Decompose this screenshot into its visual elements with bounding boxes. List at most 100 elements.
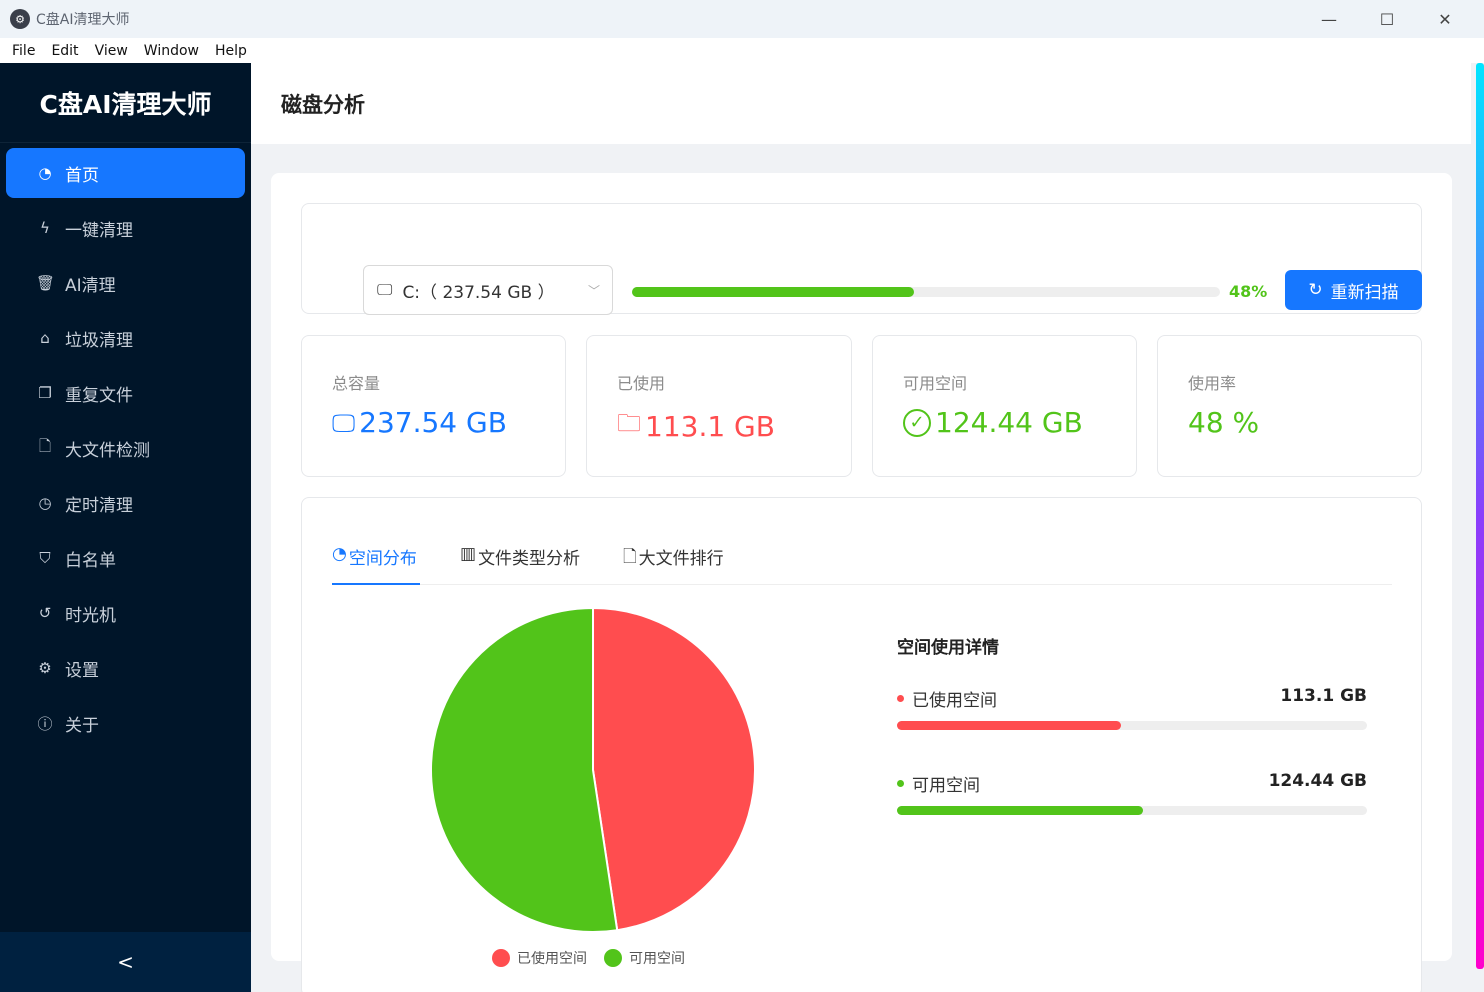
file-icon: 🗋 <box>38 436 52 455</box>
stat-value-text: 48 % <box>1188 406 1260 439</box>
detail-label-text: 已使用空间 <box>912 691 997 711</box>
disk-select[interactable]: 🖵 C:（ 237.54 GB ） ﹀ <box>363 265 613 315</box>
stat-value: 🖵 237.54 GB <box>332 406 507 439</box>
sidebar-item-label: 白名单 <box>65 550 116 571</box>
rescan-button[interactable]: ↻ 重新扫描 <box>1285 270 1422 310</box>
sidebar-item-label: 一键清理 <box>65 220 133 241</box>
sidebar-item-label: 关于 <box>65 715 99 736</box>
legend-dot <box>492 949 510 967</box>
disk-usage-progress <box>632 287 1220 297</box>
sidebar-item-5[interactable]: 🗋 大文件检测 <box>6 423 245 473</box>
detail-value: 124.44 GB <box>1268 771 1367 791</box>
sidebar-item-10[interactable]: ⓘ 关于 <box>6 698 245 748</box>
stat-card-used: 已使用 🗀 113.1 GB <box>586 335 852 477</box>
desktop-icon: 🖵 <box>332 408 356 437</box>
sidebar-item-label: 设置 <box>65 660 99 681</box>
file-search-icon: ❐ <box>38 384 52 402</box>
sidebar-item-label: 首页 <box>65 165 99 186</box>
stat-value: 48 % <box>1188 406 1259 439</box>
detail-progress-fill <box>897 721 1121 730</box>
menu-file[interactable]: File <box>4 43 43 59</box>
minimize-button[interactable]: — <box>1300 0 1358 38</box>
stat-card-usage-rate: 使用率 48 % <box>1157 335 1422 477</box>
collapse-sidebar-button[interactable]: < <box>0 932 251 992</box>
stat-label: 总容量 <box>332 374 381 393</box>
sidebar-item-0[interactable]: ◔ 首页 <box>6 148 245 198</box>
detail-progress <box>897 721 1367 730</box>
analysis-panel: ◔ 空间分布 ▥ 文件类型分析 🗋 大文件排行 已使用空间 可用空间 空间使用详… <box>301 497 1422 992</box>
app-logo-icon: ⚙ <box>10 9 30 29</box>
disk-selector-panel: 🖵 C:（ 237.54 GB ） ﹀ 48% ↻ 重新扫描 <box>301 203 1422 315</box>
stat-value-text: 124.44 GB <box>935 406 1083 439</box>
window-title: C盘AI清理大师 <box>36 12 130 28</box>
brand-title: C盘AI清理大师 <box>0 63 251 143</box>
legend-item-free[interactable]: 可用空间 <box>604 948 685 968</box>
sidebar-item-2[interactable]: 🗑 AI清理 <box>6 258 245 308</box>
menu-help[interactable]: Help <box>207 43 255 59</box>
pie-slice-0[interactable] <box>592 606 756 932</box>
stat-label: 可用空间 <box>903 374 968 393</box>
tab-label: 空间分布 <box>348 549 417 569</box>
safety-icon: ⛉ <box>39 549 51 567</box>
sidebar-item-9[interactable]: ⚙ 设置 <box>6 643 245 693</box>
menu-bar: File Edit View Window Help <box>0 38 1484 63</box>
space-pie-chart <box>430 606 756 933</box>
disk-usage-percent: 48% <box>1229 282 1268 301</box>
pie-chart-icon: ◔ <box>332 544 347 564</box>
maximize-button[interactable]: ☐ <box>1358 0 1416 38</box>
sidebar-item-label: 垃圾清理 <box>65 330 133 351</box>
close-button[interactable]: ✕ <box>1416 0 1474 38</box>
sidebar-item-label: AI清理 <box>65 275 116 296</box>
tab-space-distribution[interactable]: ◔ 空间分布 <box>332 544 420 585</box>
menu-window[interactable]: Window <box>136 43 207 59</box>
bar-chart-icon: ▥ <box>460 544 477 564</box>
tab-label: 文件类型分析 <box>478 549 581 569</box>
sidebar-item-8[interactable]: ↺ 时光机 <box>6 588 245 638</box>
tab-label: 大文件排行 <box>638 549 724 569</box>
pie-slice-1[interactable] <box>430 606 619 933</box>
folder-icon: 🗀 <box>617 409 641 437</box>
sidebar-item-label: 重复文件 <box>65 385 133 406</box>
title-bar: ⚙ C盘AI清理大师 — ☐ ✕ <box>0 0 1484 38</box>
detail-row-free: 可用空间 124.44 GB <box>897 771 1367 815</box>
stat-value-text: 237.54 GB <box>359 406 507 439</box>
sidebar-item-4[interactable]: ❐ 重复文件 <box>6 368 245 418</box>
legend-label: 可用空间 <box>629 951 685 967</box>
bullet-dot <box>897 780 904 787</box>
stat-card-total: 总容量 🖵 237.54 GB <box>301 335 566 477</box>
legend-item-used[interactable]: 已使用空间 <box>492 948 587 968</box>
details-title: 空间使用详情 <box>897 638 999 658</box>
trash-icon: 🗑 <box>36 274 56 292</box>
chevron-down-icon: ﹀ <box>587 283 600 298</box>
dashboard-icon: ◔ <box>38 164 52 182</box>
stat-label: 使用率 <box>1188 374 1237 393</box>
disk-usage-progress-fill <box>632 287 915 297</box>
main-card: 🖵 C:（ 237.54 GB ） ﹀ 48% ↻ 重新扫描 总容量 🖵 237… <box>271 173 1452 992</box>
bank-icon: ⌂ <box>40 329 50 347</box>
menu-view[interactable]: View <box>87 43 136 59</box>
window-controls: — ☐ ✕ <box>1300 0 1474 38</box>
page-header: 磁盘分析 <box>251 63 1471 144</box>
clock-icon: ◷ <box>38 494 52 512</box>
bullet-dot <box>897 695 904 702</box>
detail-row-used: 已使用空间 113.1 GB <box>897 686 1367 730</box>
rescan-label: 重新扫描 <box>1330 282 1399 303</box>
sidebar-item-7[interactable]: ⛉ 白名单 <box>6 533 245 583</box>
sidebar-item-6[interactable]: ◷ 定时清理 <box>6 478 245 528</box>
scrollbar[interactable] <box>1476 63 1484 969</box>
reload-icon: ↻ <box>1308 280 1323 300</box>
stat-value: 🗀 113.1 GB <box>617 406 775 447</box>
detail-progress <box>897 806 1367 815</box>
sidebar-item-3[interactable]: ⌂ 垃圾清理 <box>6 313 245 363</box>
sidebar-item-label: 定时清理 <box>65 495 133 516</box>
file-icon: 🗋 <box>623 547 637 567</box>
detail-progress-fill <box>897 806 1144 815</box>
page-title: 磁盘分析 <box>281 92 365 117</box>
sidebar-item-1[interactable]: ϟ 一键清理 <box>6 203 245 253</box>
check-circle-icon: ✓ <box>903 408 931 437</box>
stat-label: 已使用 <box>617 374 666 393</box>
menu-edit[interactable]: Edit <box>43 43 86 59</box>
tab-large-file-ranking[interactable]: 🗋 大文件排行 <box>623 544 724 585</box>
tab-file-type-analysis[interactable]: ▥ 文件类型分析 <box>460 544 580 585</box>
sidebar-item-label: 时光机 <box>65 605 116 626</box>
